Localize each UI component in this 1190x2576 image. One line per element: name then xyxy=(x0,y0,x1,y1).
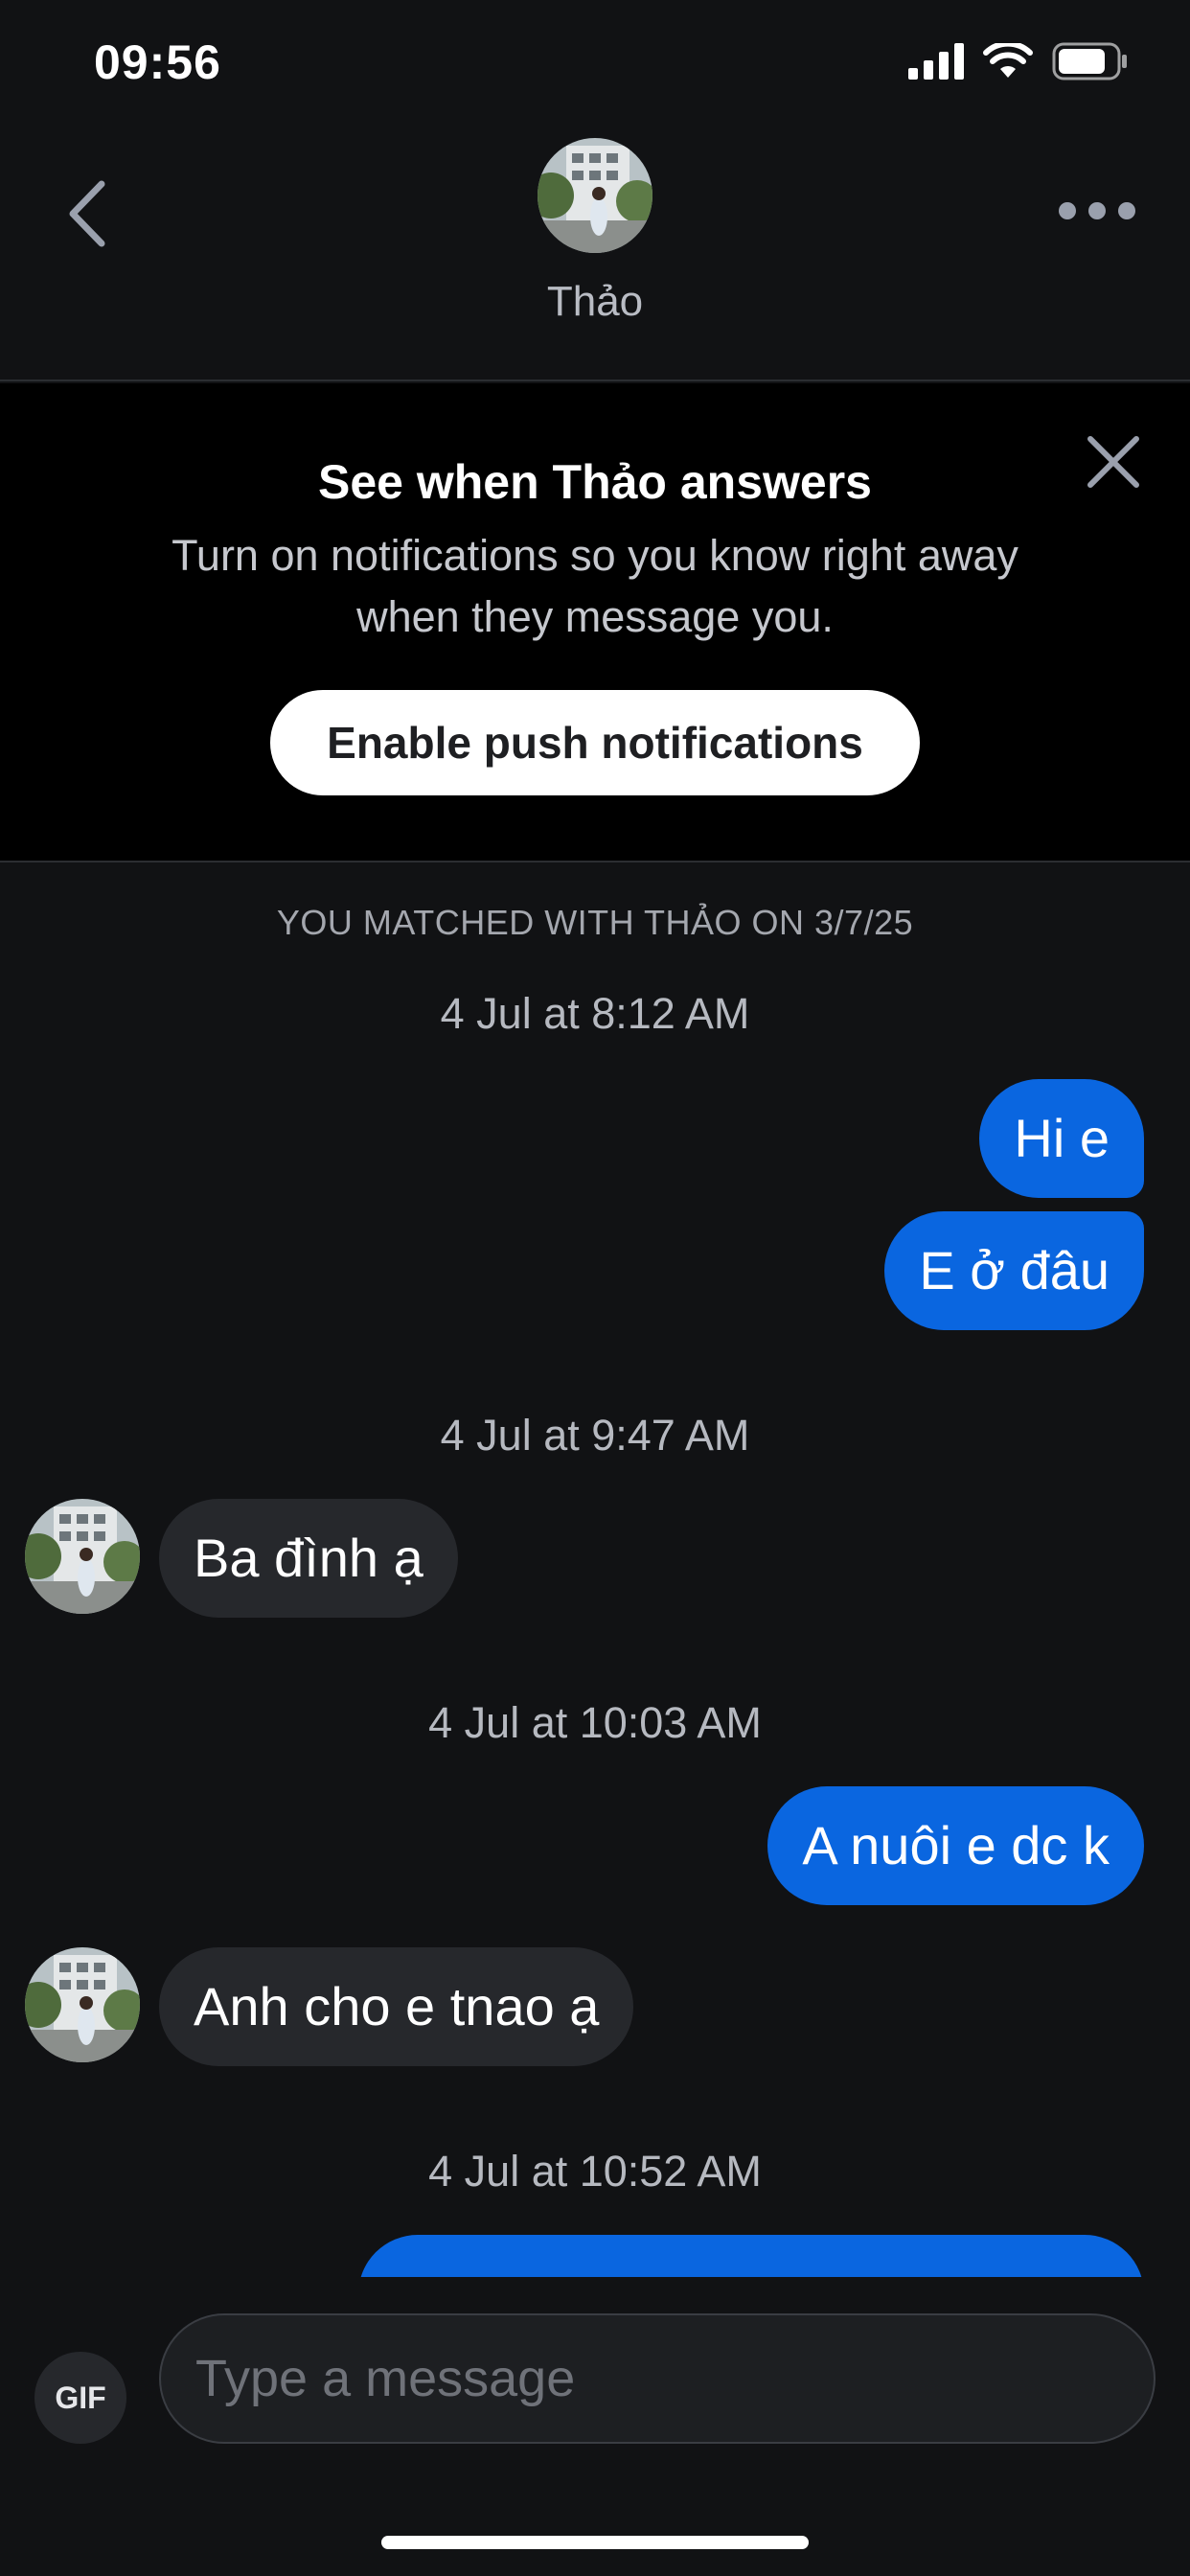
match-name[interactable]: Thảo xyxy=(0,278,1190,326)
sender-avatar[interactable] xyxy=(25,1499,140,1614)
chat-header: Thảo xyxy=(0,134,1190,381)
status-icons xyxy=(908,42,1129,80)
match-info: YOU MATCHED WITH THẢO ON 3/7/25 xyxy=(276,903,914,942)
message-input[interactable] xyxy=(159,2313,1156,2444)
home-indicator xyxy=(381,2536,809,2549)
profile-avatar[interactable] xyxy=(538,138,652,253)
message-composer: GIF xyxy=(0,2277,1190,2576)
chevron-left-icon xyxy=(69,180,105,247)
status-time: 09:56 xyxy=(94,35,221,89)
message-timestamp: 4 Jul at 10:52 AM xyxy=(428,2147,762,2196)
wifi-icon xyxy=(983,43,1033,78)
status-bar: 09:56 xyxy=(0,0,1190,134)
sender-photo xyxy=(25,1947,140,2062)
enable-push-notifications-button[interactable]: Enable push notifications xyxy=(270,690,920,795)
outgoing-message[interactable]: A nuôi e dc k xyxy=(767,1786,1144,1905)
back-button[interactable] xyxy=(59,171,117,257)
outgoing-message[interactable]: Hi e xyxy=(979,1079,1144,1198)
outgoing-message-partial[interactable] xyxy=(358,2235,1144,2277)
profile-photo xyxy=(538,138,652,253)
message-timestamp: 4 Jul at 10:03 AM xyxy=(428,1698,762,1747)
banner-text: Turn on notifications so you know right … xyxy=(172,531,1018,641)
message-timestamp: 4 Jul at 9:47 AM xyxy=(440,1411,750,1460)
outgoing-message[interactable]: E ở đâu xyxy=(884,1211,1144,1330)
cellular-signal-icon xyxy=(908,43,964,80)
incoming-message[interactable]: Ba đình ạ xyxy=(159,1499,458,1618)
more-horizontal-icon xyxy=(1059,202,1135,219)
message-timestamp: 4 Jul at 8:12 AM xyxy=(440,989,750,1038)
notification-banner: See when Thảo answers Turn on notificati… xyxy=(0,383,1190,862)
banner-title: See when Thảo answers xyxy=(318,455,872,509)
more-options-button[interactable] xyxy=(1054,192,1140,230)
gif-button[interactable]: GIF xyxy=(34,2352,126,2444)
chat-thread[interactable]: YOU MATCHED WITH THẢO ON 3/7/25 4 Jul at… xyxy=(0,864,1190,2277)
incoming-message[interactable]: Anh cho e tnao ạ xyxy=(159,1947,634,2066)
battery-icon xyxy=(1052,42,1127,80)
sender-avatar[interactable] xyxy=(25,1947,140,2062)
sender-photo xyxy=(25,1499,140,1614)
